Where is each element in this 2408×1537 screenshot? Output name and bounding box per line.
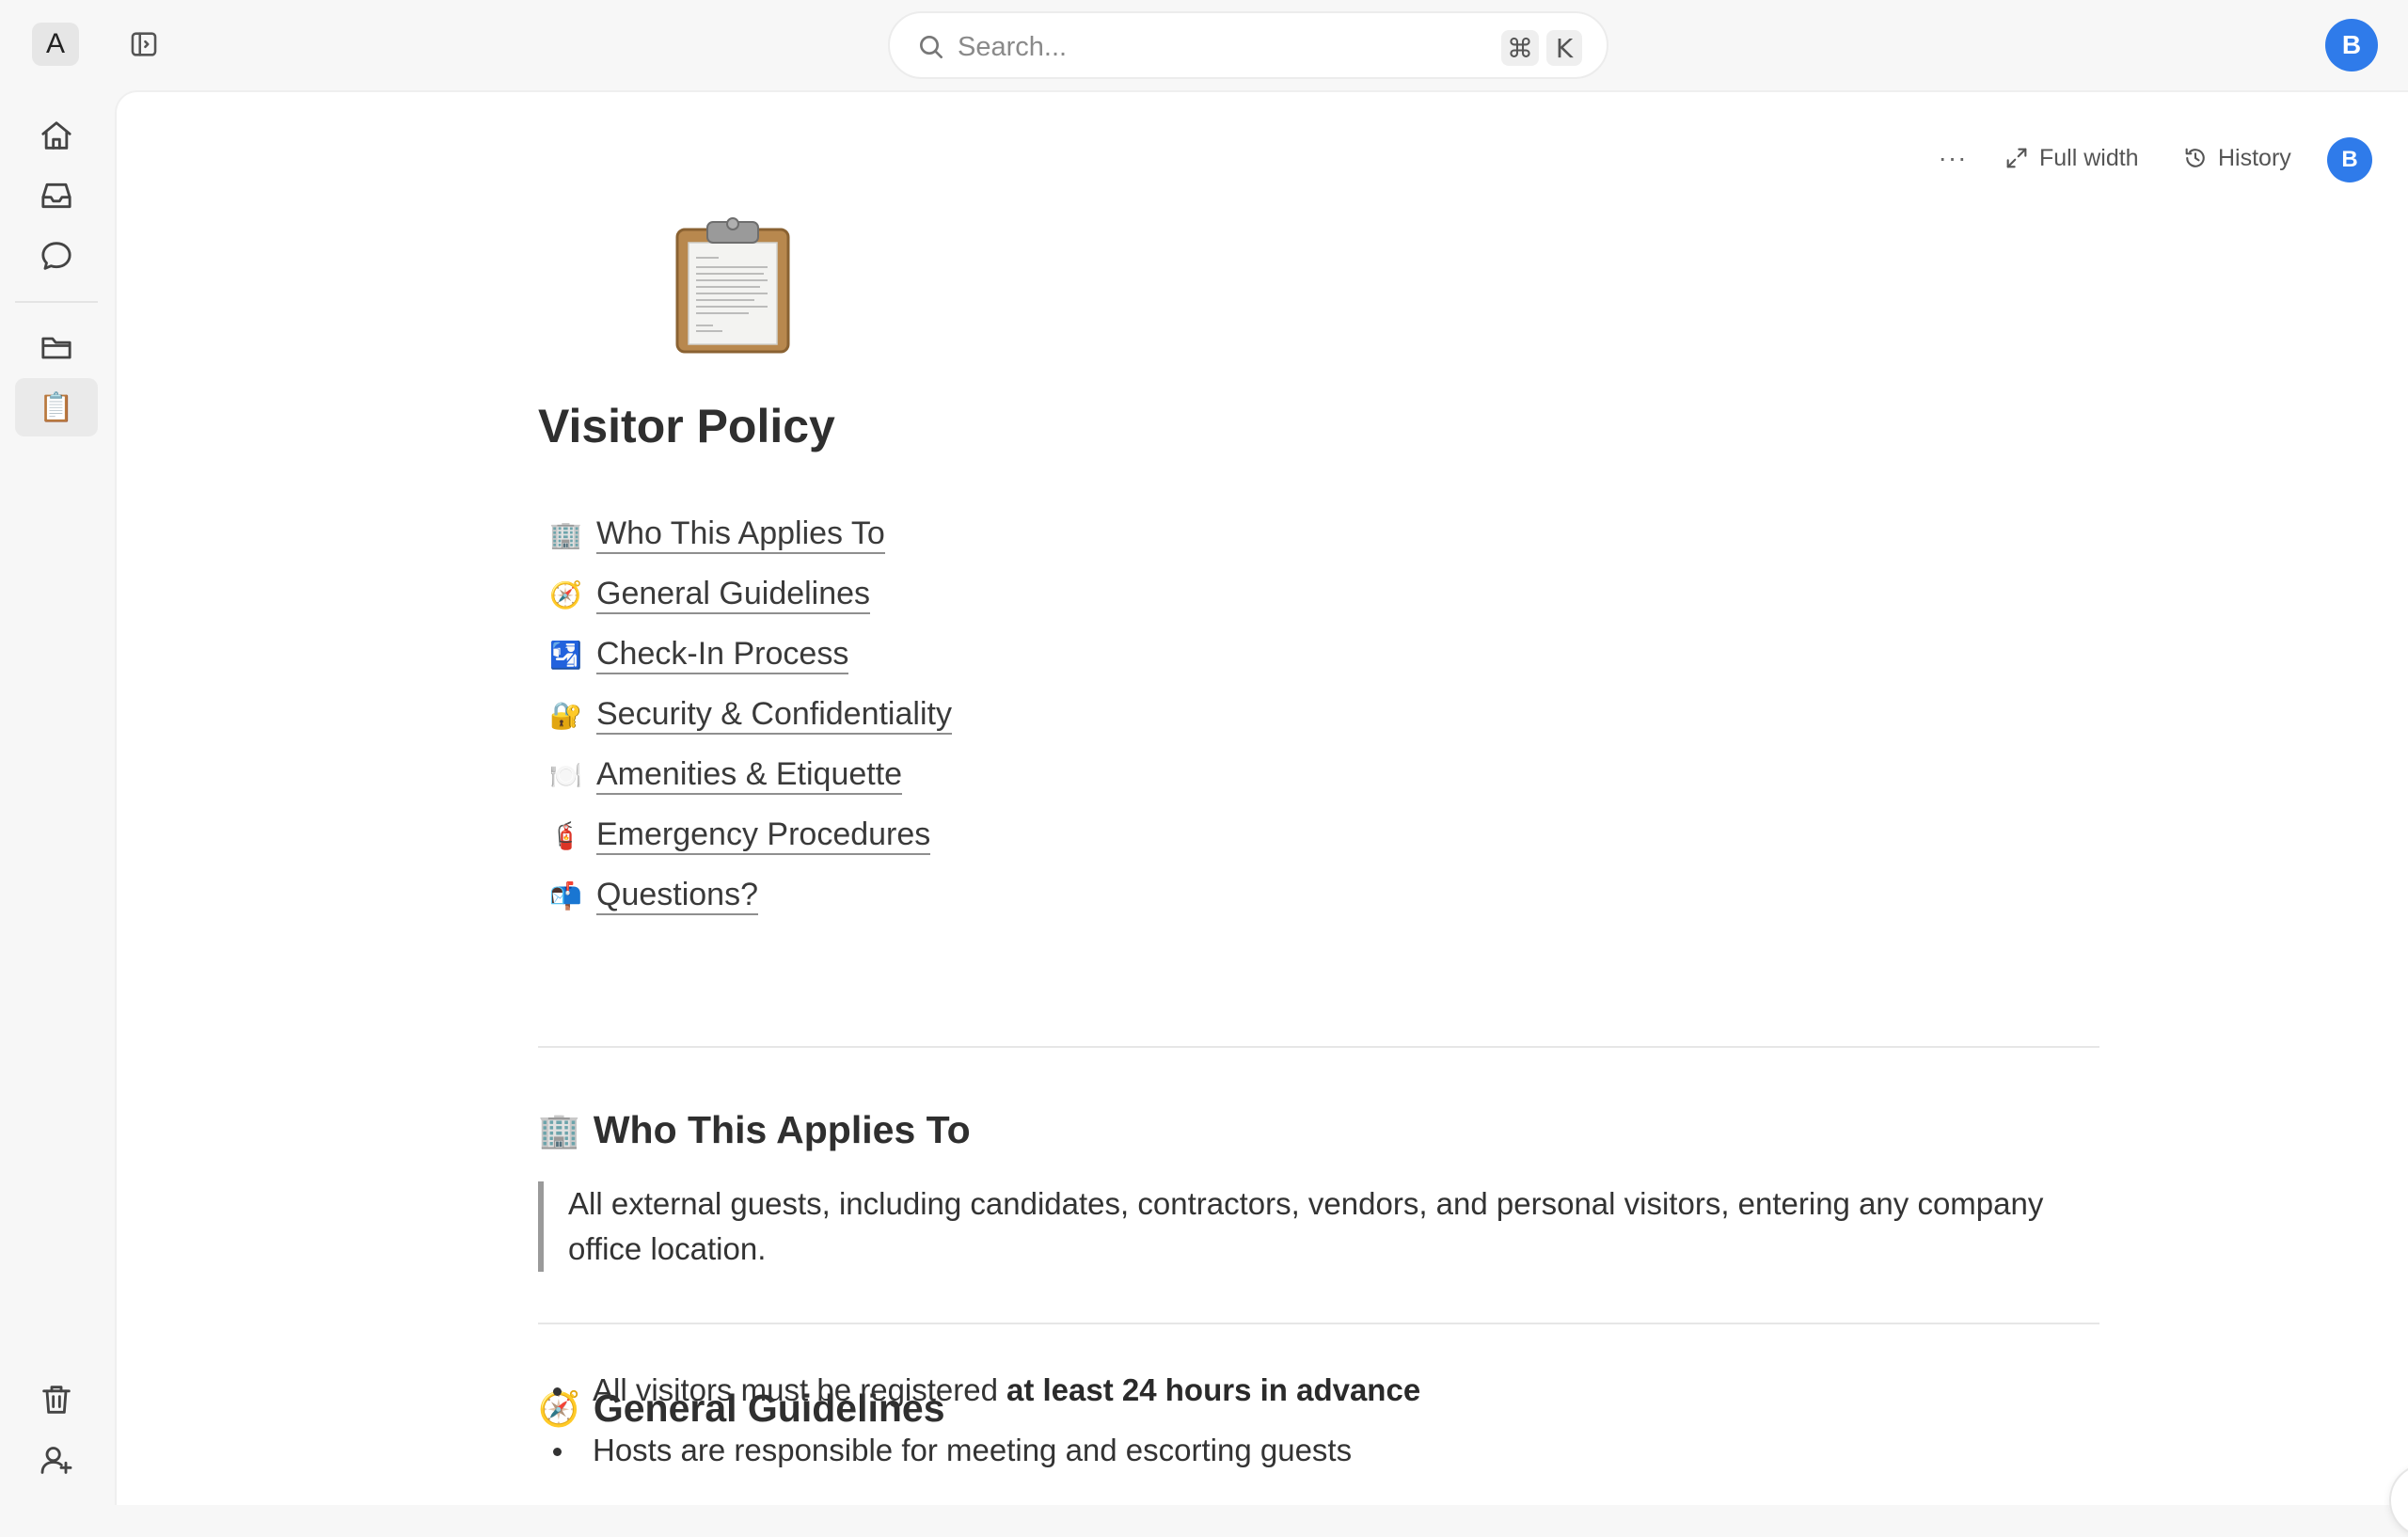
more-options-button[interactable]: ···: [1928, 130, 1977, 186]
toc-item: 🍽️ Amenities & Etiquette: [549, 745, 952, 805]
trash-icon[interactable]: [38, 1381, 75, 1418]
toc-item: 🧭 General Guidelines: [549, 564, 952, 625]
toc-link-emergency-procedures[interactable]: Emergency Procedures: [596, 816, 931, 855]
list-item-bold: at least 24 hours in advance: [1006, 1372, 1421, 1407]
applies-to-quote[interactable]: All external guests, including candidate…: [538, 1181, 2099, 1272]
building-icon: 🏢: [549, 518, 582, 550]
expand-icon: [2006, 148, 2027, 168]
history-button[interactable]: History: [2182, 130, 2291, 186]
add-user-icon[interactable]: [38, 1441, 75, 1479]
toc-link-general-guidelines[interactable]: General Guidelines: [596, 575, 871, 614]
full-width-label: Full width: [2039, 144, 2139, 171]
document-panel: ··· Full width History B Visitor Policy …: [115, 90, 2408, 1537]
shortcut-command-key: ⌘: [1501, 30, 1539, 66]
toc-link-who-this-applies-to[interactable]: Who This Applies To: [596, 515, 885, 554]
list-item-text: Hosts are responsible for meeting and es…: [593, 1433, 1353, 1467]
toc-item: 🏢 Who This Applies To: [549, 504, 952, 564]
search-input[interactable]: [958, 26, 1409, 68]
folder-icon[interactable]: [38, 329, 75, 367]
compass-icon: 🧭: [549, 578, 582, 610]
user-avatar[interactable]: B: [2325, 19, 2378, 71]
mailbox-icon: 📬: [549, 879, 582, 911]
table-of-contents: 🏢 Who This Applies To 🧭 General Guidelines…: [549, 504, 952, 926]
page-actions-bar: ··· Full width History B: [117, 130, 2408, 186]
toc-link-security-confidentiality[interactable]: Security & Confidentiality: [596, 695, 952, 735]
toc-item: 🛂 Check-In Process: [549, 625, 952, 685]
passport-control-icon: 🛂: [549, 639, 582, 671]
lock-key-icon: 🔐: [549, 699, 582, 731]
section-heading-label: Who This Applies To: [593, 1108, 971, 1151]
list-item[interactable]: All visitors must be registered at least …: [536, 1360, 1420, 1420]
chat-icon[interactable]: [38, 237, 75, 275]
list-item-text: All visitors must be registered: [593, 1372, 998, 1407]
toc-item: 🔐 Security & Confidentiality: [549, 685, 952, 745]
toc-item: 🧯 Emergency Procedures: [549, 805, 952, 865]
top-bar: A ⌘ K B: [0, 0, 2408, 90]
page-emoji-clipboard-icon[interactable]: [670, 214, 792, 356]
page-title[interactable]: Visitor Policy: [538, 399, 835, 453]
home-icon[interactable]: [38, 117, 75, 154]
sidebar-toggle-icon[interactable]: [128, 28, 160, 60]
full-width-button[interactable]: Full width: [2004, 130, 2139, 186]
search-icon: [916, 32, 946, 62]
collaborator-avatar[interactable]: B: [2327, 137, 2372, 182]
history-label: History: [2218, 144, 2291, 171]
search-bar[interactable]: ⌘ K: [888, 11, 1608, 79]
shortcut-k-key: K: [1546, 30, 1582, 66]
ai-assistant-button[interactable]: [2389, 1464, 2408, 1537]
clipboard-icon: 📋: [39, 391, 74, 423]
history-icon: [2185, 148, 2205, 167]
rail-item-visitor-policy[interactable]: 📋: [15, 378, 98, 436]
inbox-icon[interactable]: [38, 177, 75, 214]
toc-link-questions[interactable]: Questions?: [596, 876, 758, 915]
rail-divider: [15, 301, 98, 303]
toc-link-check-in-process[interactable]: Check-In Process: [596, 635, 849, 674]
building-icon: 🏢: [538, 1111, 580, 1150]
fire-extinguisher-icon: 🧯: [549, 819, 582, 851]
section-heading-who-this-applies-to[interactable]: 🏢 Who This Applies To: [538, 1108, 971, 1152]
plate-cutlery-icon: 🍽️: [549, 759, 582, 791]
divider: [538, 1323, 2099, 1324]
divider: [538, 1046, 2099, 1048]
guidelines-list: All visitors must be registered at least …: [536, 1360, 1420, 1481]
workspace-switcher-button[interactable]: A: [32, 23, 79, 66]
toc-link-amenities-etiquette[interactable]: Amenities & Etiquette: [596, 755, 903, 795]
list-item[interactable]: Hosts are responsible for meeting and es…: [536, 1420, 1420, 1481]
toc-item: 📬 Questions?: [549, 865, 952, 926]
